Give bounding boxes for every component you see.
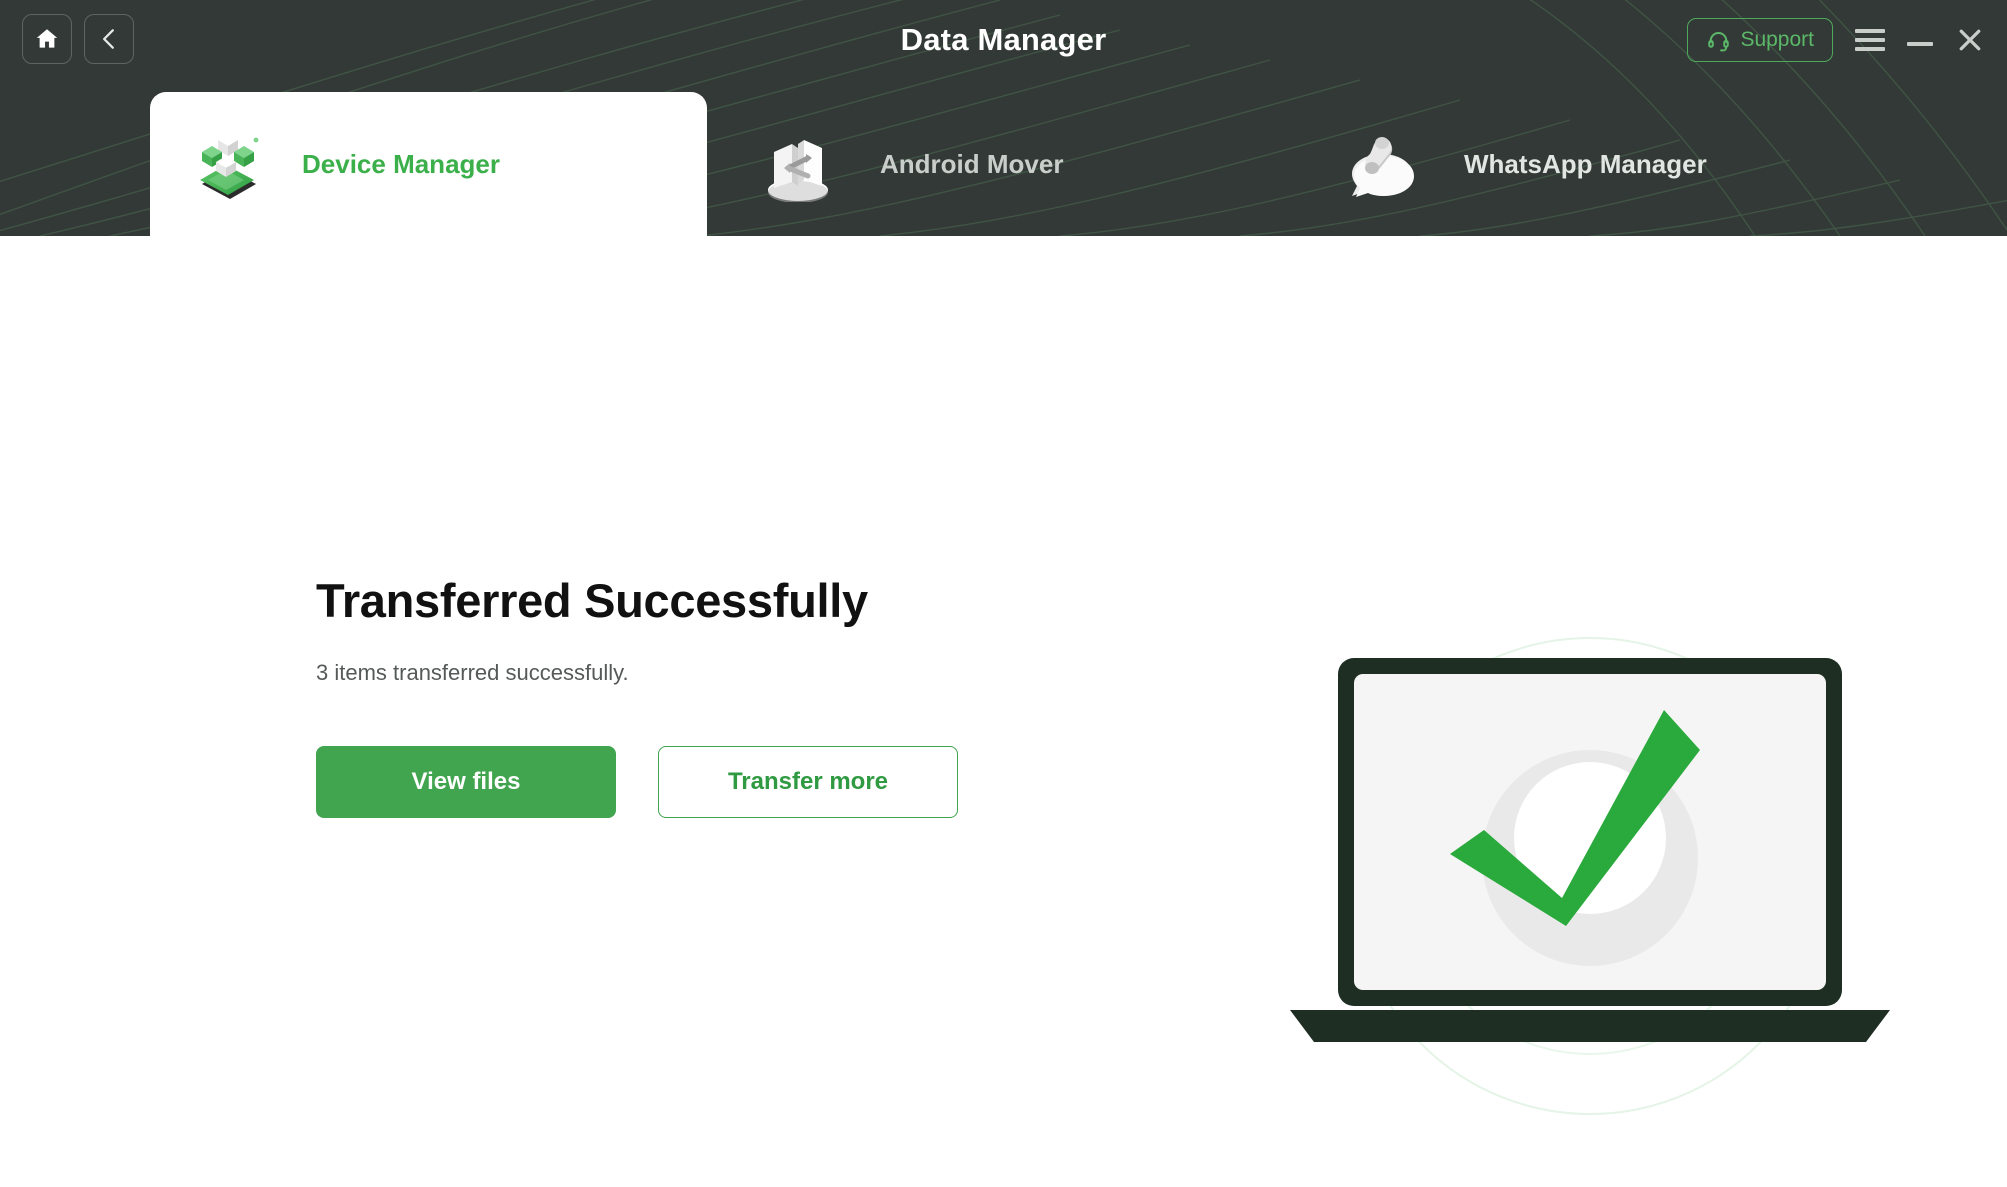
- success-subline: 3 items transferred successfully.: [316, 660, 629, 685]
- menu-button[interactable]: [1855, 29, 1885, 51]
- app-window: Data Manager Support Device Manager Andr…: [0, 0, 2007, 1187]
- tab-bar: Device Manager Android Mover WhatsApp Ma…: [0, 92, 2007, 236]
- tab-whatsapp-manager[interactable]: WhatsApp Manager: [1320, 92, 1707, 236]
- device-manager-icon: [190, 128, 268, 200]
- close-icon: [1959, 29, 1981, 51]
- app-header: Data Manager Support Device Manager Andr…: [0, 0, 2007, 236]
- window-controls: Support: [1687, 0, 1985, 80]
- support-button-label: Support: [1740, 28, 1814, 51]
- title-bar: Data Manager Support: [0, 0, 2007, 80]
- minimize-button[interactable]: [1907, 34, 1933, 46]
- tab-android-mover-label: Android Mover: [880, 148, 1064, 179]
- whatsapp-manager-icon: [1338, 126, 1422, 202]
- tab-device-manager[interactable]: Device Manager: [150, 92, 707, 236]
- android-mover-icon: [758, 126, 838, 202]
- main-content: Transferred Successfully 3 items transfe…: [0, 236, 2007, 1187]
- transfer-more-button[interactable]: Transfer more: [658, 746, 958, 818]
- tab-device-manager-label: Device Manager: [302, 148, 500, 179]
- close-button[interactable]: [1955, 25, 1985, 55]
- headset-icon: [1708, 31, 1730, 51]
- laptop-success-illustration: [1290, 637, 1890, 1115]
- view-files-button[interactable]: View files: [316, 746, 616, 818]
- tab-android-mover[interactable]: Android Mover: [740, 92, 1063, 236]
- minimize-icon: [1907, 42, 1933, 46]
- tab-whatsapp-manager-label: WhatsApp Manager: [1464, 148, 1707, 179]
- action-buttons: View files Transfer more: [316, 746, 958, 818]
- support-button[interactable]: Support: [1687, 18, 1833, 62]
- success-headline: Transferred Successfully: [316, 574, 868, 627]
- success-copy: Transferred Successfully 3 items transfe…: [316, 573, 1076, 686]
- hamburger-menu-icon: [1855, 29, 1885, 51]
